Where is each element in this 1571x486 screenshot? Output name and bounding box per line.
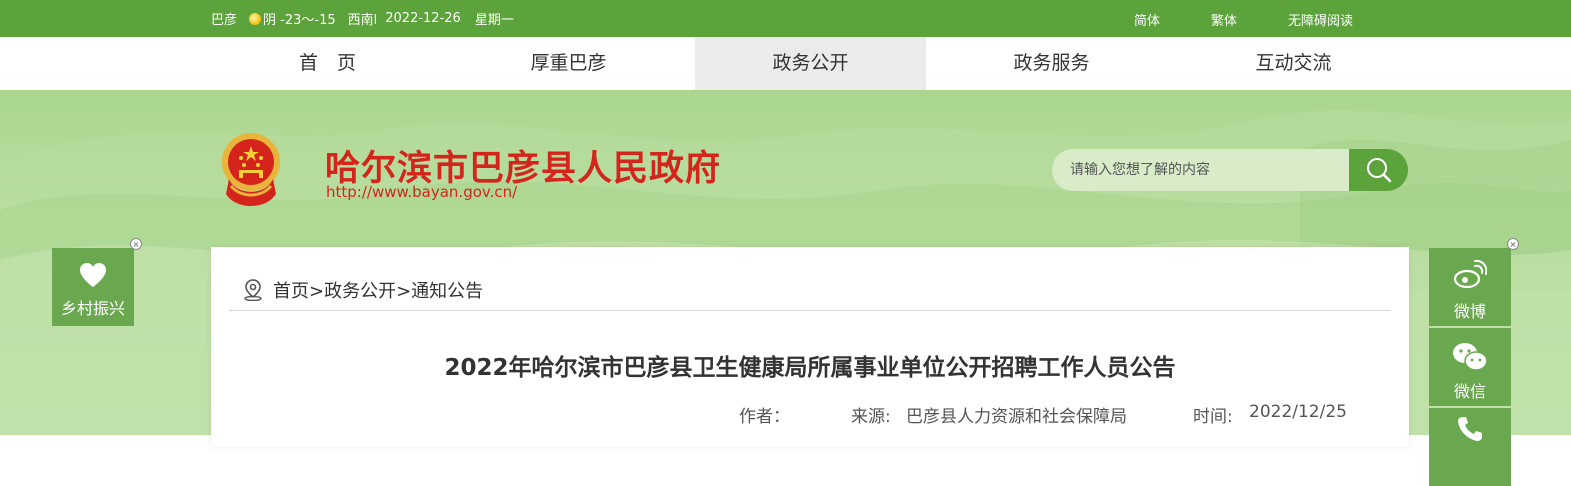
- simplified-chinese-link[interactable]: 简体: [1134, 10, 1160, 29]
- article-title: 2022年哈尔滨市巴彦县卫生健康局所属事业单位公开招聘工作人员公告: [444, 355, 1176, 381]
- wechat-button[interactable]: 微信: [1429, 328, 1511, 406]
- weekday-text: 星期一: [474, 13, 514, 28]
- top-bar: 巴彦 阴 -23～-15 西南l 2022-12-26 星期一 简体 繁体 无障…: [0, 0, 1571, 37]
- nav-item-gov-affairs[interactable]: 政务公开: [695, 37, 926, 90]
- rural-revitalization-widget[interactable]: 乡村振兴: [52, 248, 134, 326]
- weather-info: 巴彦 阴 -23～-15 西南l 2022-12-26 星期一: [211, 0, 514, 37]
- location-text: 巴彦: [211, 13, 238, 28]
- source-value: 巴彦县人力资源和社会保障局: [906, 407, 1127, 427]
- nav-item-heritage[interactable]: 厚重巴彦: [453, 37, 684, 90]
- nav-item-interaction[interactable]: 互动交流: [1178, 37, 1409, 90]
- breadcrumb-text[interactable]: 首页>政务公开>通知公告: [273, 277, 483, 303]
- date-text: 2022-12-26: [385, 11, 461, 26]
- search-button[interactable]: [1349, 149, 1408, 191]
- weather-text: 阴 -23～-15: [263, 13, 336, 28]
- wind-text: 西南l: [347, 13, 378, 28]
- weibo-button[interactable]: 微博: [1429, 248, 1511, 326]
- author-label: 作者：: [739, 407, 790, 427]
- breadcrumb: 首页>政务公开>通知公告: [243, 278, 483, 302]
- wechat-icon: [1453, 343, 1488, 371]
- weibo-label: 微博: [1453, 302, 1486, 321]
- wechat-label: 微信: [1453, 382, 1486, 401]
- rural-revitalization-label: 乡村振兴: [60, 299, 125, 318]
- heart-icon: [80, 263, 106, 287]
- nav-item-gov-services[interactable]: 政务服务: [936, 37, 1167, 90]
- time-value: 2022/12/25: [1249, 402, 1347, 422]
- weather-sun-icon: [249, 12, 262, 25]
- search-icon: [1366, 158, 1391, 183]
- site-url[interactable]: http://www.bayan.gov.cn/: [326, 183, 517, 201]
- close-left-widget-icon[interactable]: [130, 238, 142, 250]
- phone-icon: [1458, 417, 1482, 441]
- national-emblem-icon: [222, 133, 280, 206]
- breadcrumb-divider: [229, 310, 1391, 311]
- source-label: 来源:: [851, 407, 891, 427]
- traditional-chinese-link[interactable]: 繁体: [1211, 10, 1237, 29]
- main-nav: 首 页 厚重巴彦 政务公开 政务服务 互动交流: [0, 37, 1571, 90]
- close-right-widget-icon[interactable]: [1507, 238, 1519, 250]
- phone-button[interactable]: [1429, 408, 1511, 486]
- accessibility-link[interactable]: 无障碍阅读: [1288, 10, 1353, 29]
- location-pin-icon: [243, 279, 263, 301]
- search-box: [1052, 149, 1408, 191]
- time-label: 时间:: [1193, 407, 1233, 427]
- weibo-icon: [1453, 260, 1487, 289]
- nav-item-home[interactable]: 首 页: [212, 37, 443, 90]
- search-input[interactable]: [1052, 149, 1350, 191]
